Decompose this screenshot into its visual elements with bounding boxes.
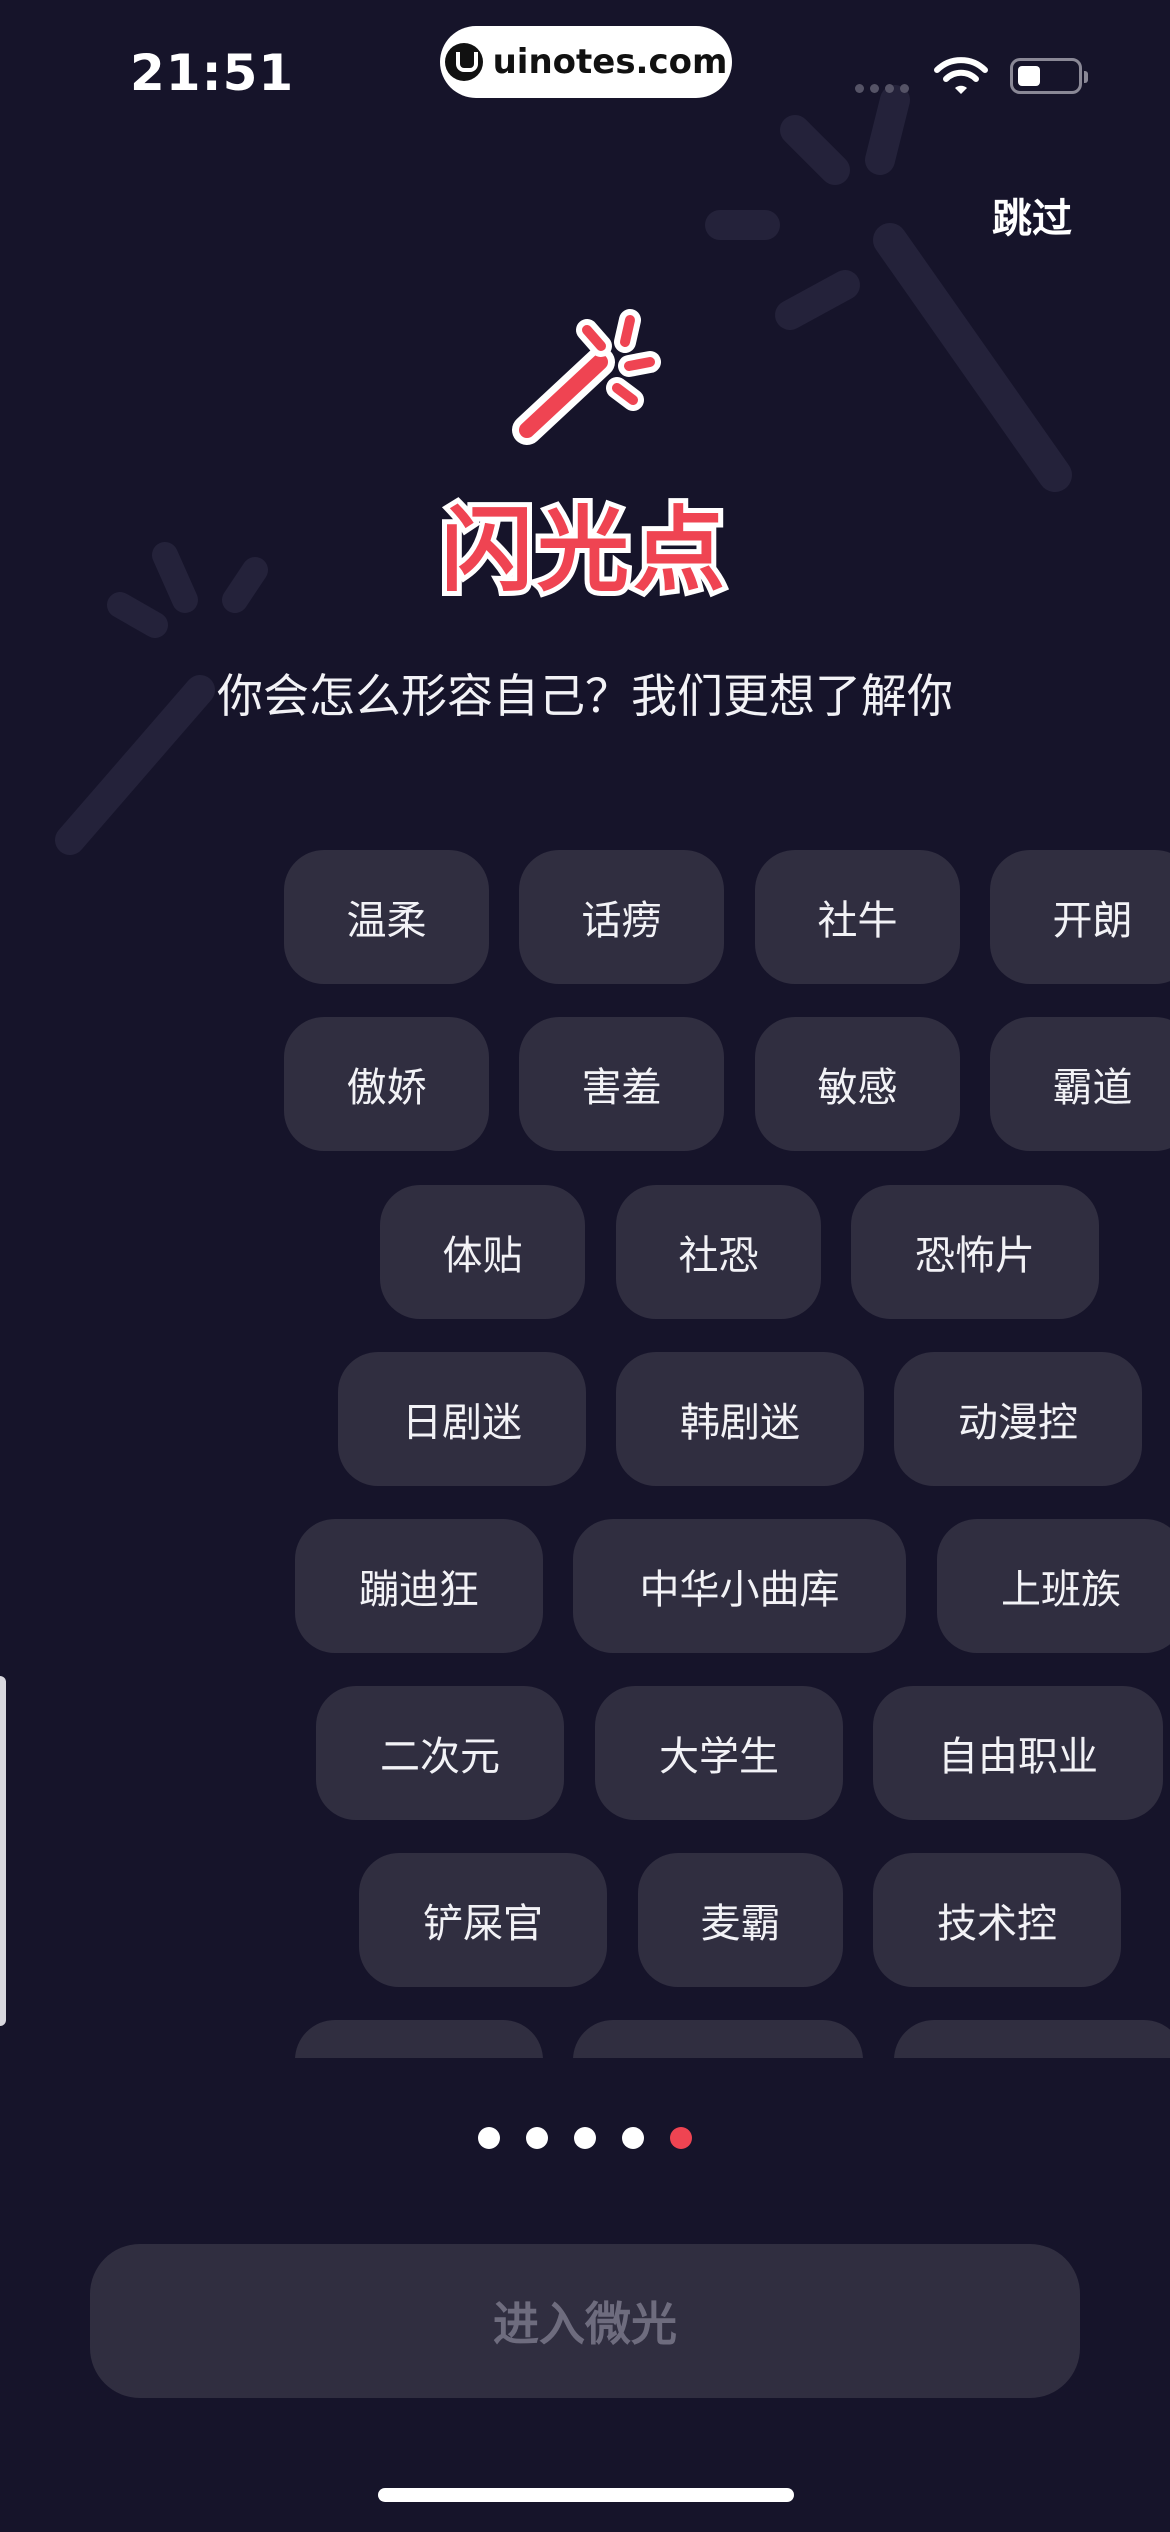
tag-button[interactable]: 话痨: [519, 850, 724, 984]
page-subtitle: 你会怎么形容自己？我们更想了解你: [217, 669, 953, 723]
url-pill: uinotes.com: [440, 26, 732, 98]
tag-button-partial[interactable]: [295, 2020, 543, 2058]
tag-button-partial[interactable]: [894, 2020, 1170, 2058]
url-text: uinotes.com: [492, 42, 728, 82]
cellular-signal-icon: [855, 84, 909, 93]
wifi-icon: [934, 57, 988, 94]
tag-button[interactable]: 社恐: [616, 1185, 821, 1319]
skip-button[interactable]: 跳过: [992, 186, 1072, 244]
tag-button[interactable]: 麦霸: [638, 1853, 843, 1987]
tag-button[interactable]: 技术控: [873, 1853, 1121, 1987]
tag-button[interactable]: 大学生: [595, 1686, 843, 1820]
tag-button[interactable]: 上班族: [937, 1519, 1170, 1653]
tag-cloud: 温柔 话痨 社牛 开朗 傲娇 害羞 敏感 霸道 体贴 社恐 恐怖片 日剧迷 韩剧…: [0, 840, 1170, 2058]
tag-button[interactable]: 社牛: [755, 850, 960, 984]
status-time: 21:51: [130, 44, 295, 102]
tag-button[interactable]: 温柔: [284, 850, 489, 984]
tag-button[interactable]: 傲娇: [284, 1017, 489, 1151]
tag-button[interactable]: 日剧迷: [338, 1352, 586, 1486]
enter-app-button[interactable]: 进入微光: [90, 2244, 1080, 2398]
uinotes-logo-icon: [444, 43, 483, 81]
tag-button[interactable]: 开朗: [990, 850, 1170, 984]
tag-button[interactable]: 韩剧迷: [616, 1352, 864, 1486]
tag-button[interactable]: 蹦迪狂: [295, 1519, 543, 1653]
pagination-dots: [0, 2127, 1170, 2149]
pagination-dot: [526, 2127, 548, 2149]
magic-wand-icon: [512, 309, 661, 445]
tag-button[interactable]: 二次元: [316, 1686, 564, 1820]
brand-logo-text: 闪光点: [436, 492, 730, 609]
side-drawer-handle[interactable]: [0, 1676, 6, 2026]
pagination-dot: [622, 2127, 644, 2149]
tag-button[interactable]: 霸道: [990, 1017, 1170, 1151]
pagination-dot: [478, 2127, 500, 2149]
pagination-dot: [574, 2127, 596, 2149]
home-indicator[interactable]: [378, 2488, 794, 2502]
tag-button[interactable]: 体贴: [380, 1185, 585, 1319]
tag-button[interactable]: 害羞: [519, 1017, 724, 1151]
background-wand-decoration: [55, 85, 1072, 855]
tag-button[interactable]: 自由职业: [873, 1686, 1163, 1820]
tag-button[interactable]: 敏感: [755, 1017, 960, 1151]
tag-button[interactable]: 动漫控: [894, 1352, 1142, 1486]
tag-button-partial[interactable]: [573, 2020, 863, 2058]
tag-button[interactable]: 恐怖片: [851, 1185, 1099, 1319]
battery-icon: [1010, 58, 1088, 94]
tag-button[interactable]: 中华小曲库: [573, 1519, 906, 1653]
pagination-dot-active: [670, 2127, 692, 2149]
tag-button[interactable]: 铲屎官: [359, 1853, 607, 1987]
